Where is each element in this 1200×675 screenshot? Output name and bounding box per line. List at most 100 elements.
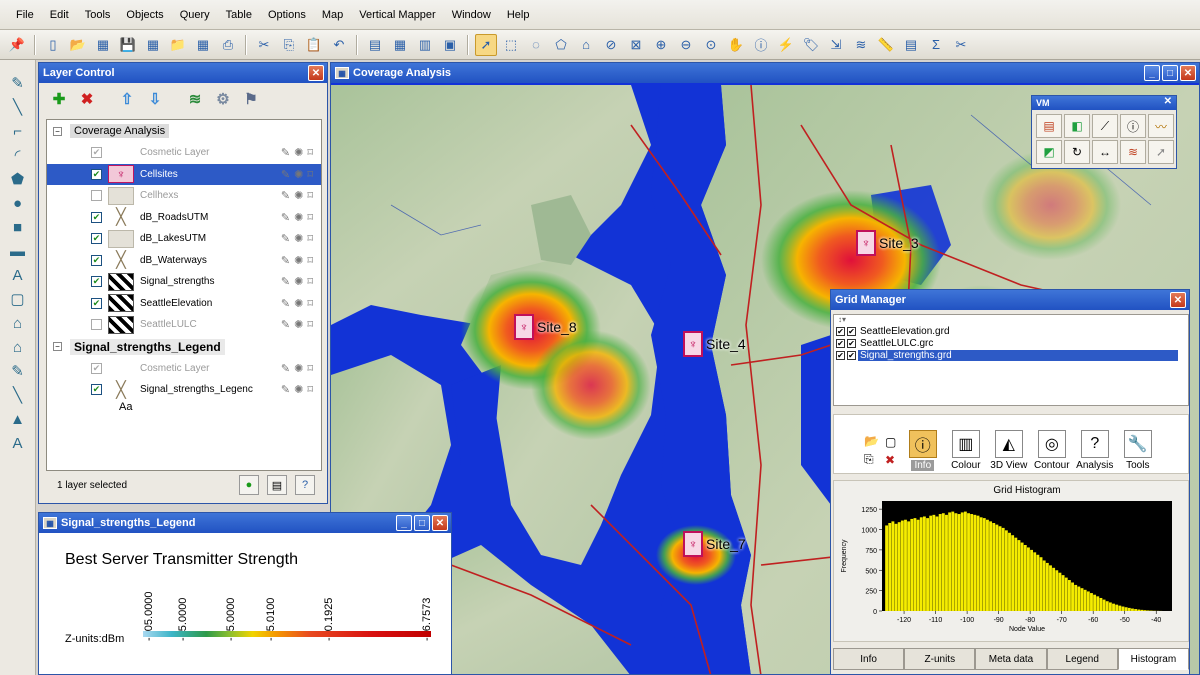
selectable-icon[interactable]: ✺ (294, 275, 303, 288)
layer-visibility-checkbox[interactable]: ✔ (91, 168, 102, 180)
editable-icon[interactable]: ✎ (281, 318, 290, 331)
menu-help[interactable]: Help (499, 9, 538, 21)
label-icon[interactable]: ⌑ (307, 254, 313, 267)
change-view-icon[interactable]: ⊙ (700, 34, 722, 56)
tab-legend[interactable]: Legend (1046, 648, 1118, 670)
grid-visible-checkbox[interactable]: ✔ (836, 350, 845, 360)
maximize-button[interactable]: □ (1162, 65, 1178, 81)
editable-icon[interactable]: ✎ (281, 168, 290, 181)
select-icon[interactable]: ➚ (475, 33, 497, 56)
open-folder-icon[interactable]: 📁 (167, 34, 189, 56)
drag-map-icon[interactable]: ⇲ (825, 34, 847, 56)
ruler-icon[interactable]: 📏 (875, 34, 897, 56)
label-icon[interactable]: ⌑ (307, 297, 313, 310)
boundary-select-icon[interactable]: ⌂ (575, 34, 597, 56)
layer-row[interactable]: ✔ ╳ dB_RoadsUTM ✎ ✺ ⌑ (47, 207, 321, 229)
site-marker[interactable]: ♆ Site_4 (683, 331, 746, 357)
arrows-icon[interactable]: ↔ (1092, 140, 1118, 164)
display-options-icon[interactable]: ⚙ (213, 89, 233, 109)
delete-grid-icon[interactable]: ✖ (885, 453, 896, 467)
grid-tools-button[interactable]: 🔧 Tools (1117, 430, 1158, 471)
minimize-button[interactable]: _ (396, 515, 412, 531)
selectable-icon[interactable]: ✺ (294, 232, 303, 245)
layer-group[interactable]: − Coverage Analysis (47, 120, 321, 142)
selectable-icon[interactable]: ✺ (294, 168, 303, 181)
layer-row[interactable]: Cellhexs ✎ ✺ ⌑ (47, 185, 321, 207)
grid-3d-view-button[interactable]: ◭ 3D View (988, 430, 1029, 471)
rectangle-icon[interactable]: ■ (6, 216, 30, 238)
open-grid-icon[interactable]: 📂 (864, 434, 879, 448)
layer-row[interactable]: ✔ Cosmetic Layer ✎ ✺ ⌑ (47, 142, 321, 164)
unselect-icon[interactable]: ⊠ (625, 34, 647, 56)
legend-icon[interactable]: ▤ (900, 34, 922, 56)
selectable-icon[interactable]: ✺ (294, 146, 303, 159)
layer-visibility-checkbox[interactable]: ✔ (91, 233, 102, 245)
close-button[interactable]: ✕ (1170, 292, 1186, 308)
menu-vertical-mapper[interactable]: Vertical Mapper (351, 9, 443, 21)
layer-visibility-checkbox[interactable]: ✔ (91, 384, 102, 396)
rounded-rect-icon[interactable]: ▬ (6, 240, 30, 262)
menu-window[interactable]: Window (444, 9, 499, 21)
layer-row[interactable]: SeattleLULC ✎ ✺ ⌑ (47, 314, 321, 336)
grid-layers-icon[interactable]: ▤ (1036, 114, 1062, 138)
layer-visibility-checkbox[interactable]: ✔ (91, 297, 102, 309)
add-node-icon[interactable]: ⌂ (6, 336, 30, 358)
grid-select-checkbox[interactable]: ✔ (847, 338, 856, 348)
editable-icon[interactable]: ✎ (281, 297, 290, 310)
selectable-icon[interactable]: ✺ (294, 254, 303, 267)
layer-row[interactable]: ✔ ╳ Signal_strengths_Legenc ✎ ✺ ⌑ (47, 379, 321, 401)
layer-visibility-checkbox[interactable]: ✔ (91, 254, 102, 266)
add-layer-icon[interactable]: ✚ (49, 89, 69, 109)
info-icon[interactable]: ⓘ (750, 34, 772, 56)
editable-icon[interactable]: ✎ (281, 254, 290, 267)
label-icon[interactable]: ⌑ (307, 383, 313, 396)
layer-visibility-checkbox[interactable]: ✔ (91, 211, 102, 223)
zoom-out-icon[interactable]: ⊖ (675, 34, 697, 56)
selectable-icon[interactable]: ✺ (294, 318, 303, 331)
marquee-select-icon[interactable]: ⬚ (500, 34, 522, 56)
info-icon[interactable]: ⓘ (1120, 114, 1146, 138)
statistics-icon[interactable]: Σ (925, 34, 947, 56)
layout-icon[interactable]: ▣ (439, 34, 461, 56)
label-icon[interactable]: 🏷 (800, 34, 822, 56)
layer-visibility-checkbox[interactable]: ✔ (91, 276, 102, 288)
layer-control-icon[interactable]: ≋ (850, 34, 872, 56)
collapse-icon[interactable]: − (53, 126, 62, 136)
label-icon[interactable]: ⌑ (307, 232, 313, 245)
layer-properties-icon[interactable]: ≋ (185, 89, 205, 109)
layer-row[interactable]: ✔ ♆ Cellsites ✎ ✺ ⌑ (47, 163, 321, 185)
grid-select-checkbox[interactable]: ✔ (847, 350, 856, 360)
grid-row[interactable]: ✔ ✔ SeattleElevation.grd (834, 325, 1188, 337)
editable-icon[interactable]: ✎ (281, 362, 290, 375)
open-workspace-icon[interactable]: ▦ (92, 34, 114, 56)
cross-section-icon[interactable]: 〰 (1148, 114, 1174, 138)
editable-icon[interactable]: ✎ (281, 146, 290, 159)
selectable-icon[interactable]: ✺ (294, 189, 303, 202)
selectable-icon[interactable]: ✺ (294, 297, 303, 310)
grid-info-button[interactable]: ⓘ Info (902, 430, 943, 471)
help-icon[interactable]: ? (295, 475, 315, 495)
label-options-icon[interactable]: ⚑ (241, 89, 261, 109)
editable-icon[interactable]: ✎ (281, 275, 290, 288)
layer-visibility-checkbox[interactable] (91, 190, 102, 202)
line-icon[interactable]: ╲ (6, 96, 30, 118)
menu-map[interactable]: Map (314, 9, 351, 21)
label-icon[interactable]: ⌑ (307, 189, 313, 202)
contour-icon[interactable]: ◩ (1036, 140, 1062, 164)
site-marker[interactable]: ♆ Site_8 (514, 314, 577, 340)
label-icon[interactable]: ⌑ (307, 211, 313, 224)
new-folder-icon[interactable]: ▢ (885, 435, 896, 449)
menu-tools[interactable]: Tools (77, 9, 119, 21)
apply-icon[interactable]: ● (239, 475, 259, 495)
save-workspace-icon[interactable]: ▦ (142, 34, 164, 56)
move-up-icon[interactable]: ⇧ (117, 89, 137, 109)
undo-icon[interactable]: ↶ (328, 34, 350, 56)
menu-file[interactable]: File (8, 9, 42, 21)
menu-edit[interactable]: Edit (42, 9, 77, 21)
layer-row[interactable]: ✔ Cosmetic Layer ✎ ✺ ⌑ (47, 358, 321, 380)
grid-list[interactable]: ↕▾ ✔ ✔ SeattleElevation.grd ✔ ✔ SeattleLULC.g… (833, 314, 1189, 406)
text-icon[interactable]: A (6, 264, 30, 286)
layer-group[interactable]: − Signal_strengths_Legend (47, 336, 321, 358)
menu-table[interactable]: Table (218, 9, 260, 21)
cut-icon[interactable]: ✂ (253, 34, 275, 56)
